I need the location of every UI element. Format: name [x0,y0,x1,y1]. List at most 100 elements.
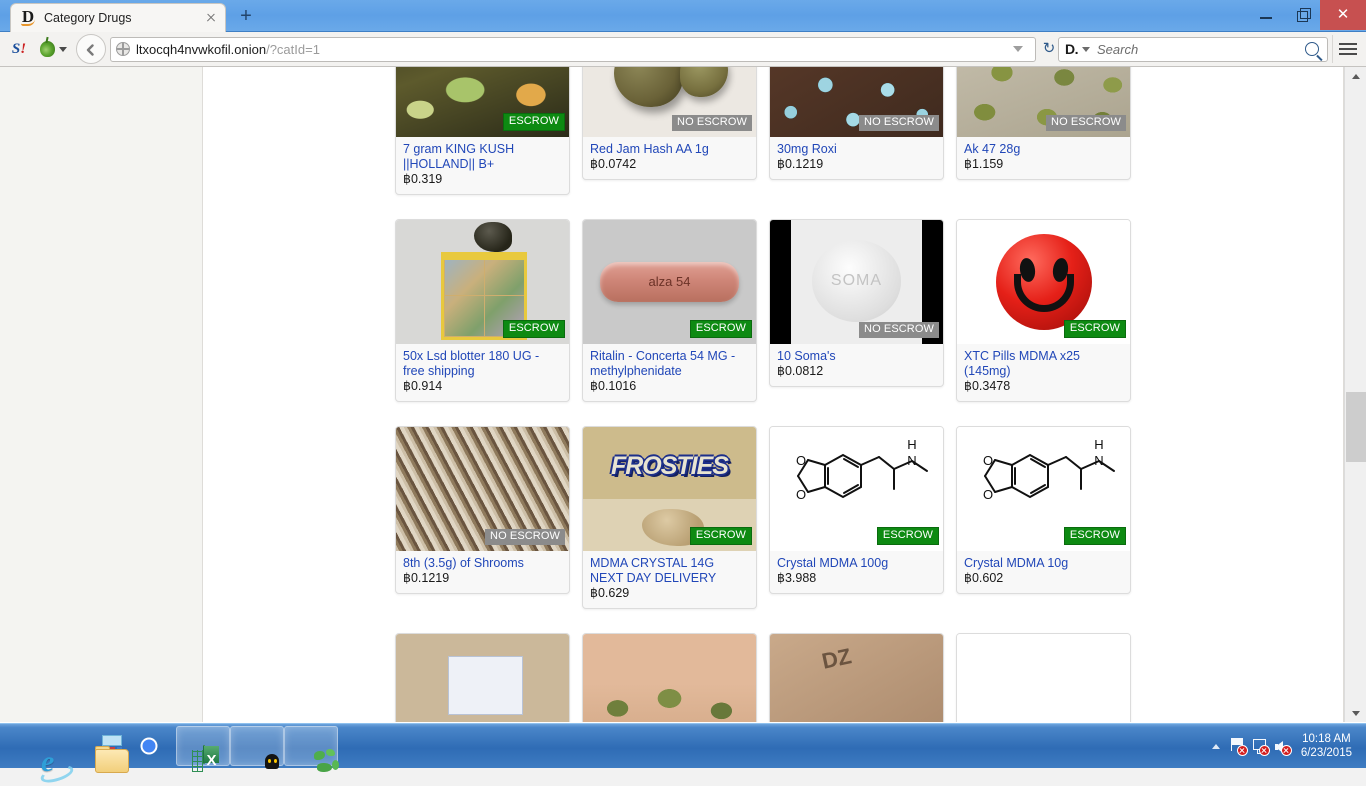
product-card[interactable]: O O N H ESCROW Crystal MDMA 100g ฿3.988 [769,426,944,594]
search-engine-dropdown-icon[interactable] [1082,46,1090,52]
product-title-link[interactable]: Ritalin - Concerta 54 MG - methylphenida… [590,349,749,379]
scroll-up-button[interactable] [1345,67,1366,85]
escrow-badge: ESCROW [689,527,752,545]
product-title-link[interactable]: Crystal MDMA 100g [777,556,936,571]
escrow-badge: NO ESCROW [1046,115,1126,131]
taskbar-button-cyberghost-vpn[interactable] [230,726,284,769]
escrow-badge: ESCROW [689,320,752,338]
show-hidden-icons-button[interactable] [1205,732,1227,760]
close-tab-icon[interactable] [203,10,219,26]
product-card[interactable]: ESCROW XTC Pills MDMA x25 (145mg) ฿0.3478 [956,219,1131,402]
product-title-link[interactable]: Crystal MDMA 10g [964,556,1123,571]
action-center-button[interactable] [1227,732,1249,760]
product-image[interactable]: ESCROW [396,67,569,137]
product-image[interactable]: NO ESCROW [770,67,943,137]
svg-text:N: N [907,453,916,468]
chevron-down-icon [58,46,67,52]
product-image[interactable]: ESCROW [957,220,1130,344]
product-image[interactable]: ESCROW [583,220,756,344]
product-card[interactable]: NO ESCROW Ak 47 28g ฿1.159 [956,67,1131,180]
address-bar[interactable]: ltxocqh4nvwkofil.onion/?catId=1 [110,36,1036,62]
product-card[interactable] [395,633,570,722]
product-card[interactable]: ESCROW MDMA CRYSTAL 14G NEXT DAY DELIVERY… [582,426,757,609]
product-title-link[interactable]: 50x Lsd blotter 180 UG - free shipping [403,349,562,379]
product-image[interactable] [583,634,756,722]
product-image[interactable]: ESCROW [396,220,569,344]
product-details: Ak 47 28g ฿1.159 [957,137,1130,179]
product-title-link[interactable]: XTC Pills MDMA x25 (145mg) [964,349,1123,379]
product-title-link[interactable]: Red Jam Hash AA 1g [590,142,749,157]
product-card[interactable]: O O N H ESCROW Crystal MDMA 10g ฿0.602 [956,426,1131,594]
product-card[interactable]: NO ESCROW 8th (3.5g) of Shrooms ฿0.1219 [395,426,570,594]
product-card[interactable]: NO ESCROW 10 Soma's฿0.0812 [769,219,944,387]
torbutton-icon[interactable] [34,35,72,63]
scriptish-icon[interactable]: S! [4,35,34,63]
reload-button[interactable]: ↻ [1040,41,1058,57]
product-price: ฿0.1219 [403,571,450,585]
search-input-placeholder[interactable]: Search [1097,42,1305,57]
volume-button[interactable] [1271,732,1293,760]
product-details: Red Jam Hash AA 1g ฿0.0742 [583,137,756,179]
product-card[interactable]: NO ESCROW Red Jam Hash AA 1g ฿0.0742 [582,67,757,180]
scroll-down-button[interactable] [1345,704,1366,722]
labelled-package-photo [770,634,943,722]
taskbar-button-google-chrome[interactable] [122,726,176,766]
taskbar-button-tor-browser[interactable] [284,726,339,772]
product-card[interactable]: NO ESCROW 30mg Roxi ฿0.1219 [769,67,944,180]
product-image[interactable]: ESCROW [583,427,756,551]
browser-window: D Category Drugs + ✕ S! ltxocqh4nvwkofil… [0,0,1366,723]
product-details: 50x Lsd blotter 180 UG - free shipping ฿0… [396,344,569,401]
menu-button[interactable] [1332,35,1362,63]
product-title-link[interactable]: 30mg Roxi [777,142,936,157]
browser-tab[interactable]: D Category Drugs [10,3,226,32]
product-details: MDMA CRYSTAL 14G NEXT DAY DELIVERY ฿0.629 [583,551,756,608]
escrow-badge: NO ESCROW [485,529,565,545]
taskbar-button-file-explorer[interactable] [68,726,129,773]
product-image[interactable]: NO ESCROW [396,427,569,551]
product-title-link[interactable]: MDMA CRYSTAL 14G NEXT DAY DELIVERY [590,556,749,586]
page-scrollbar[interactable] [1344,67,1366,722]
product-price: ฿0.0812 [777,364,824,378]
network-status-button[interactable] [1249,732,1271,760]
taskbar-button-microsoft-excel[interactable]: X [176,726,230,772]
close-window-button[interactable]: ✕ [1320,0,1366,30]
minimize-button[interactable] [1248,0,1284,30]
product-title-link[interactable]: 7 gram KING KUSH ||HOLLAND|| B+ [403,142,562,172]
product-title-link[interactable]: 8th (3.5g) of Shrooms [403,556,562,571]
product-card[interactable] [956,633,1131,722]
escrow-badge: ESCROW [502,320,565,338]
escrow-badge: ESCROW [876,527,939,545]
product-image[interactable] [396,634,569,722]
search-bar[interactable]: D. Search [1058,36,1328,62]
product-price: ฿3.988 [777,571,817,585]
product-title-link[interactable]: 10 Soma's [777,349,936,364]
product-card[interactable]: ESCROW 50x Lsd blotter 180 UG - free ship… [395,219,570,402]
product-image[interactable] [770,634,943,722]
clock[interactable]: 10:18 AM 6/23/2015 [1293,732,1360,760]
muted-badge-icon [1280,745,1292,756]
product-image[interactable]: NO ESCROW [770,220,943,344]
new-tab-button[interactable]: + [232,4,260,30]
back-button[interactable] [76,34,106,64]
product-image[interactable]: O O N H ESCROW [957,427,1130,551]
product-card[interactable] [582,633,757,722]
product-title-link[interactable]: Ak 47 28g [964,142,1123,157]
product-details: XTC Pills MDMA x25 (145mg) ฿0.3478 [957,344,1130,401]
product-details: 10 Soma's ฿0.0812 [770,344,943,386]
product-card[interactable]: ESCROW Ritalin - Concerta 54 MG - methylp… [582,219,757,402]
product-price: ฿0.319 [403,172,443,186]
product-image[interactable]: NO ESCROW [957,67,1130,137]
product-card[interactable]: ESCROW 7 gram KING KUSH ||HOLLAND|| B+ ฿0.… [395,67,570,195]
smiley-face-icon [995,234,1092,330]
product-image[interactable] [957,634,1130,722]
search-icon[interactable] [1305,42,1319,56]
taskbar-button-internet-explorer[interactable]: e [14,726,76,786]
product-card[interactable] [769,633,944,722]
product-image[interactable]: NO ESCROW [583,67,756,137]
scrollbar-thumb[interactable] [1346,392,1366,462]
history-dropdown-icon[interactable] [1013,46,1023,52]
svg-text:N: N [1094,453,1103,468]
product-image[interactable]: O O N H ESCROW [770,427,943,551]
product-price: ฿0.3478 [964,379,1011,393]
restore-button[interactable] [1284,0,1320,30]
